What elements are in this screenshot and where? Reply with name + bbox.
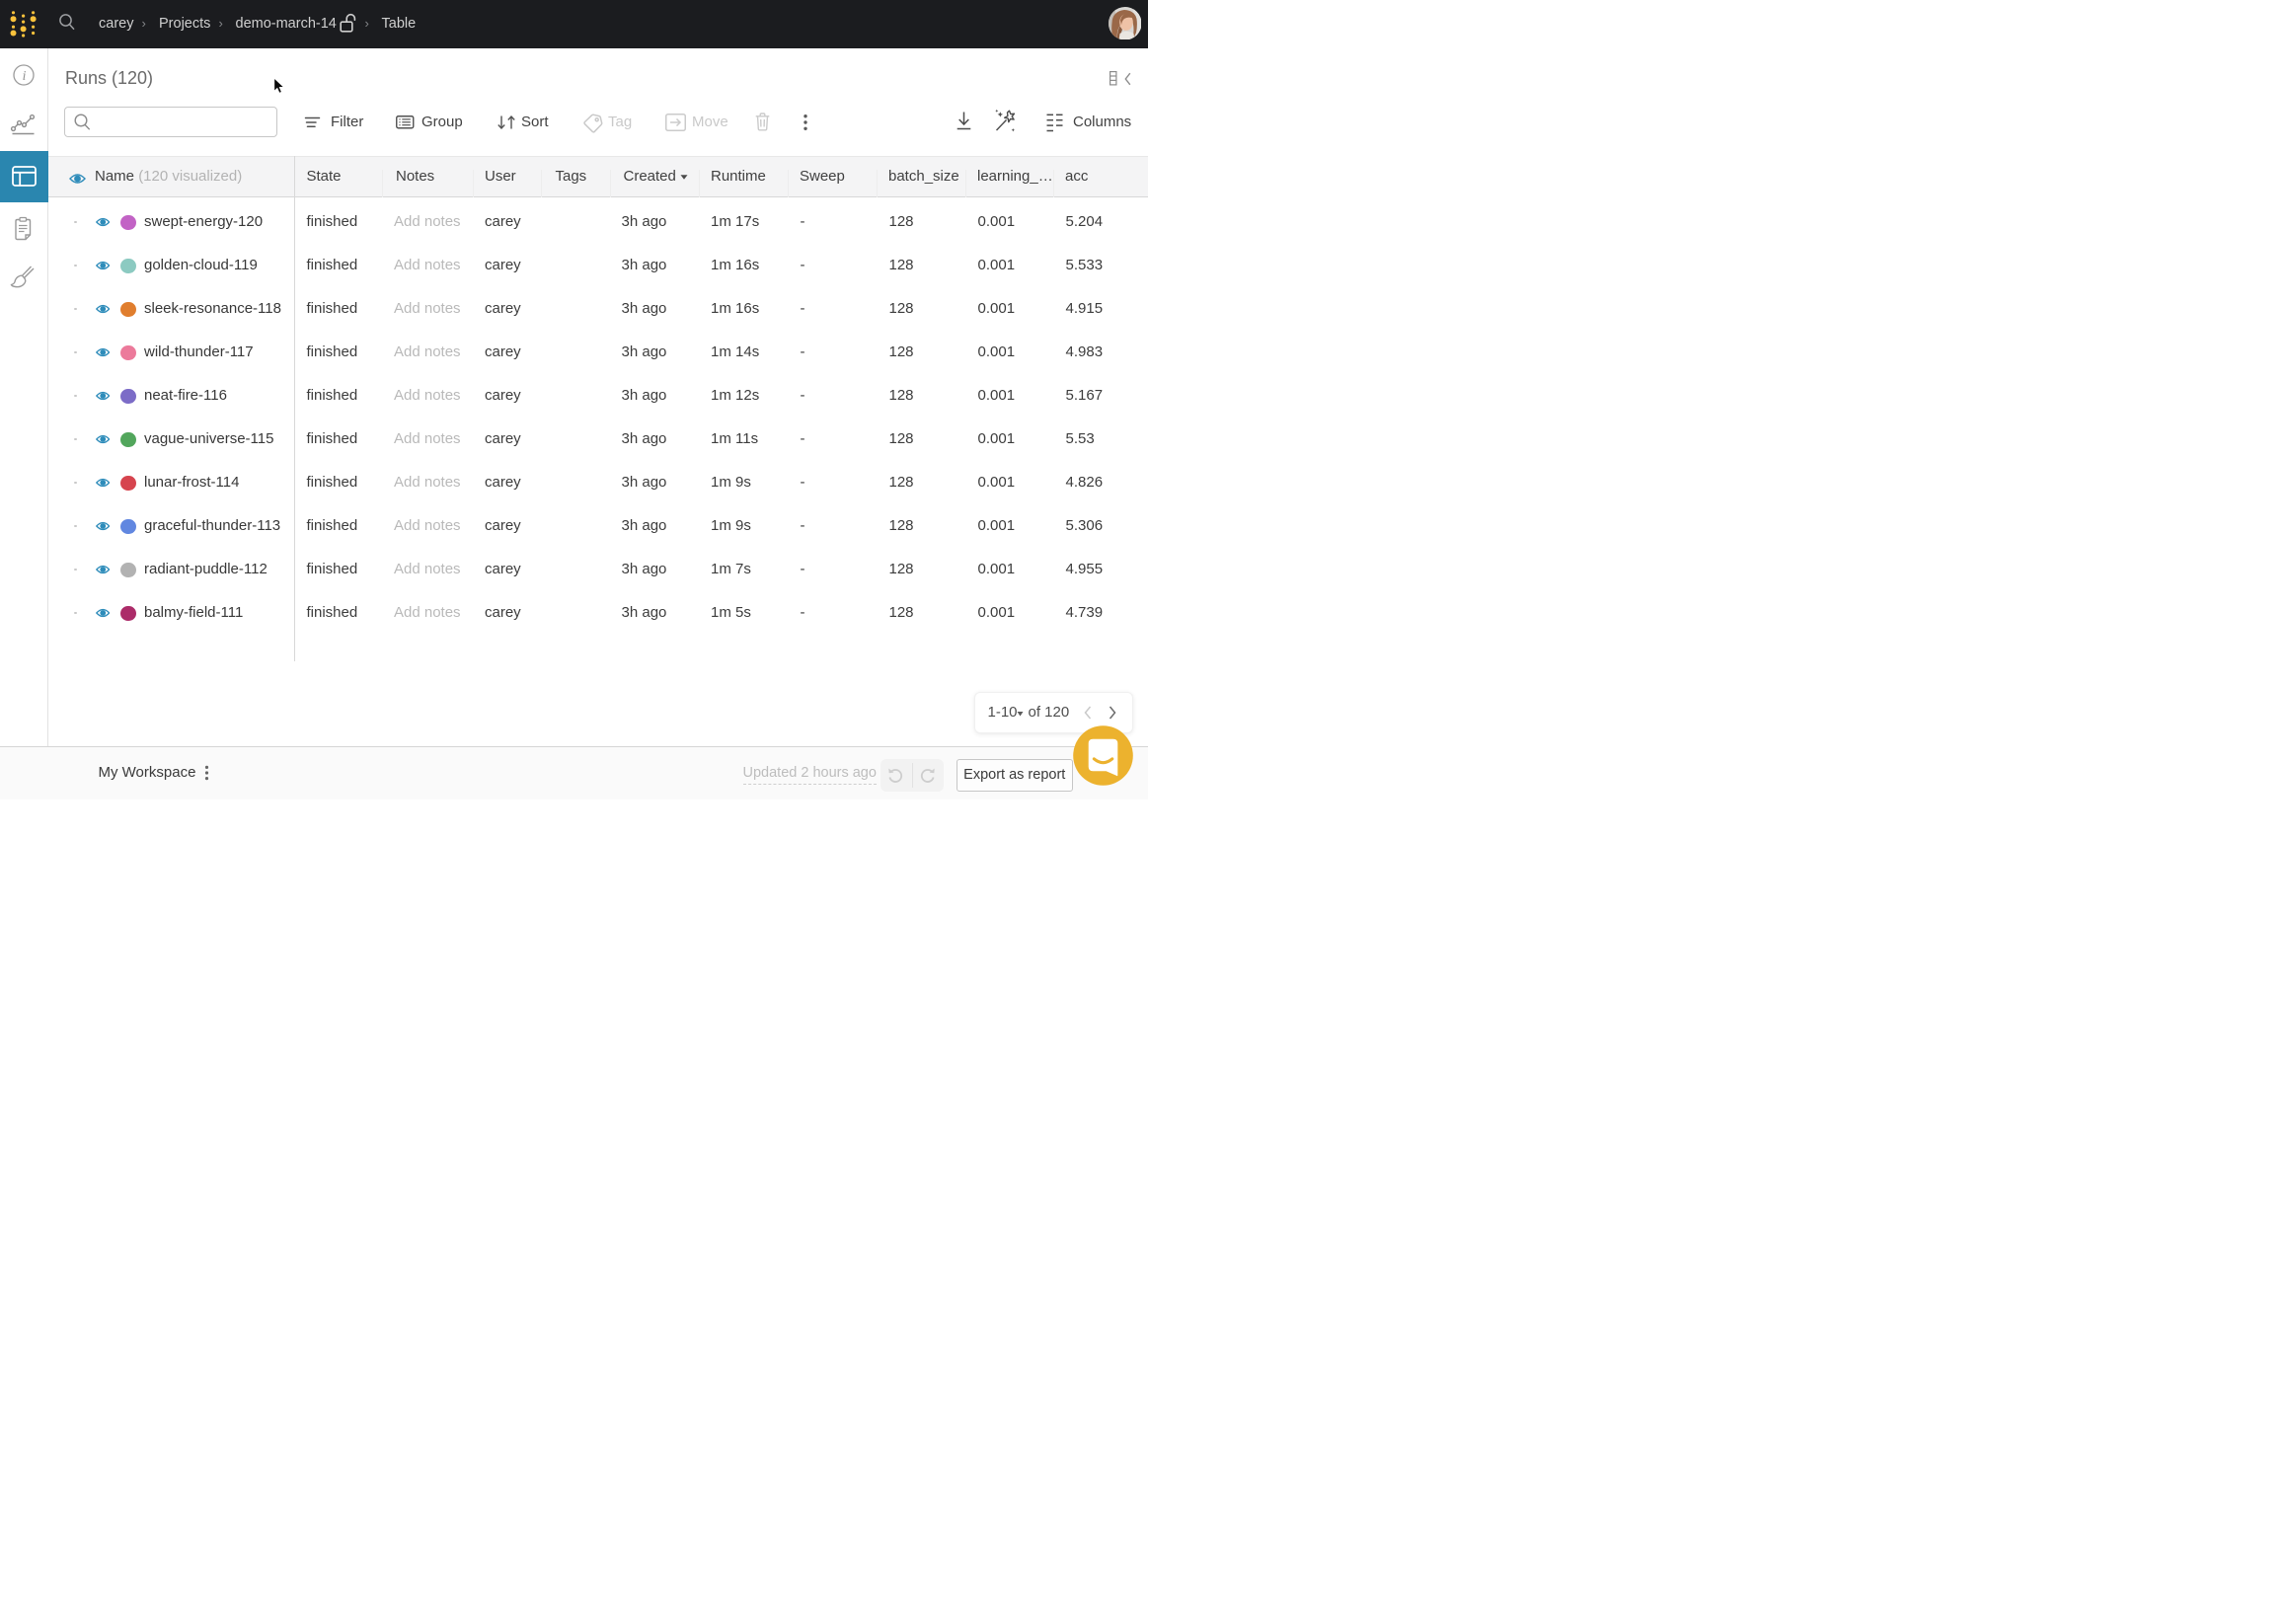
svg-text:i: i	[22, 67, 26, 82]
